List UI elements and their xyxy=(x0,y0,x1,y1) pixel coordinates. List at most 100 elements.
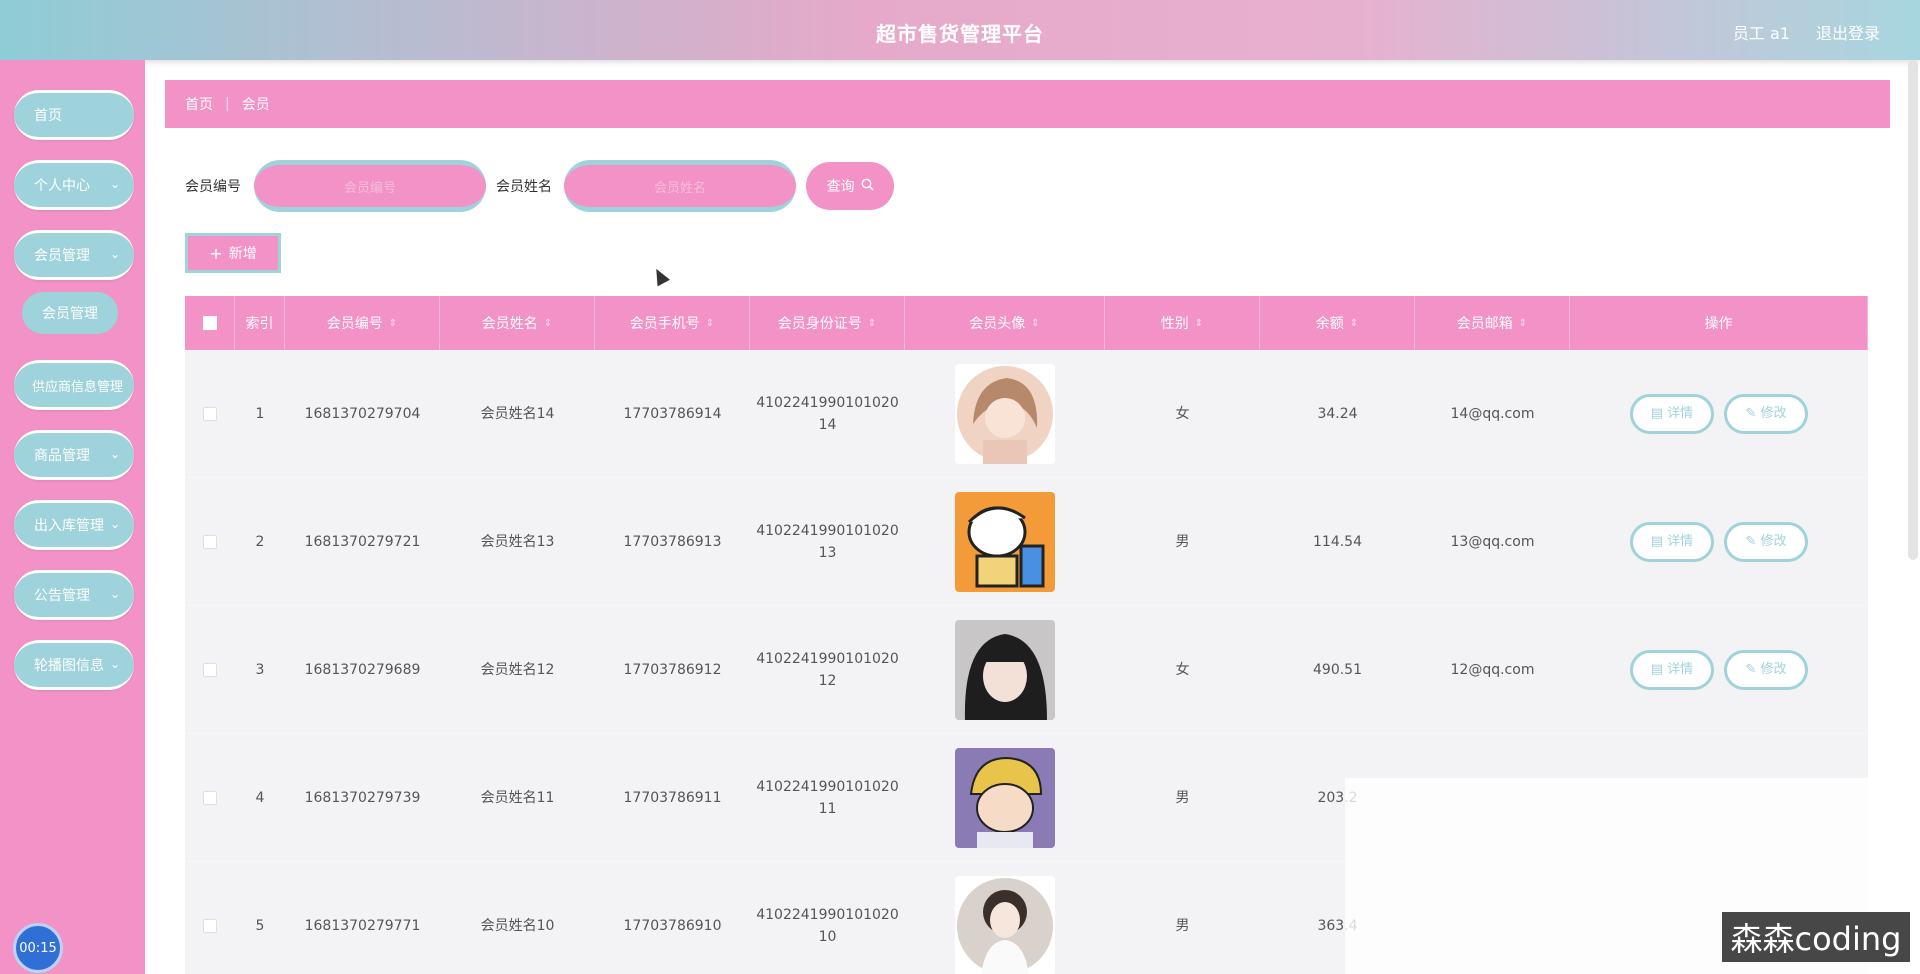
cell-member-phone: 17703786910 xyxy=(623,917,722,934)
header-label: 会员手机号 xyxy=(629,316,700,332)
sidebar-item-stock[interactable]: 出入库管理 ⌄ xyxy=(14,500,134,550)
sidebar-subitem-member-management[interactable]: 会员管理 xyxy=(22,292,118,334)
row-checkbox[interactable] xyxy=(203,406,217,421)
header-label: 会员姓名 xyxy=(481,316,538,332)
cell-email: 14@qq.com xyxy=(1450,405,1535,422)
header-actions: 操作 xyxy=(1570,296,1868,350)
member-name-input[interactable]: 会员姓名 xyxy=(564,160,796,212)
vertical-scrollbar[interactable] xyxy=(1908,60,1918,560)
sort-icon[interactable]: ⇕ xyxy=(1350,318,1358,329)
sidebar-item-label: 商品管理 xyxy=(34,448,90,464)
sort-icon[interactable]: ⇕ xyxy=(1031,318,1039,329)
watermark: 森森coding xyxy=(1722,912,1910,962)
sidebar-item-notice[interactable]: 公告管理 ⌄ xyxy=(14,570,134,620)
detail-button[interactable]: ▤ 详情 xyxy=(1630,649,1714,690)
sort-icon[interactable]: ⇕ xyxy=(389,318,397,329)
cell-index: 2 xyxy=(255,533,265,550)
edit-icon: ✎ xyxy=(1745,661,1757,677)
table-row: 2 1681370279721 会员姓名13 17703786913 41022… xyxy=(185,478,1868,606)
sidebar-item-supplier[interactable]: 供应商信息管理 xyxy=(14,360,134,410)
cell-member-id: 410224199010102010 xyxy=(756,906,899,945)
detail-button[interactable]: ▤ 详情 xyxy=(1630,521,1714,562)
cell-gender: 女 xyxy=(1175,661,1190,678)
sidebar-item-carousel[interactable]: 轮播图信息 ⌄ xyxy=(14,640,134,690)
sidebar-item-label: 轮播图信息 xyxy=(34,658,104,674)
sort-icon[interactable]: ⇕ xyxy=(1195,318,1203,329)
header-balance[interactable]: 余额 ⇕ xyxy=(1260,296,1415,350)
header-member-phone[interactable]: 会员手机号 ⇕ xyxy=(595,296,750,350)
sidebar-item-home[interactable]: 首页 xyxy=(14,90,134,140)
header-member-name[interactable]: 会员姓名 ⇕ xyxy=(440,296,595,350)
row-checkbox[interactable] xyxy=(203,918,217,933)
sort-icon[interactable]: ⇕ xyxy=(868,318,876,329)
edit-button[interactable]: ✎ 修改 xyxy=(1724,521,1808,562)
sidebar-item-label: 公告管理 xyxy=(34,588,90,604)
mouse-cursor-icon xyxy=(650,265,670,287)
current-user: 员工 a1 xyxy=(1732,24,1790,43)
sort-icon[interactable]: ⇕ xyxy=(544,318,552,329)
header-select-all[interactable] xyxy=(185,296,235,350)
cell-index: 5 xyxy=(255,917,265,934)
member-avatar[interactable] xyxy=(955,363,1055,464)
member-avatar[interactable] xyxy=(955,875,1055,974)
cell-email: 12@qq.com xyxy=(1450,661,1535,678)
sort-icon[interactable]: ⇕ xyxy=(1519,318,1527,329)
top-header: 超市售货管理平台 员工 a1 退出登录 xyxy=(0,0,1920,60)
row-checkbox[interactable] xyxy=(203,790,217,805)
cell-member-id: 410224199010102014 xyxy=(756,394,899,433)
edit-button[interactable]: ✎ 修改 xyxy=(1724,649,1808,690)
member-avatar[interactable] xyxy=(955,491,1055,592)
cell-balance: 490.51 xyxy=(1313,661,1362,678)
cell-member-no: 1681370279721 xyxy=(304,533,421,550)
member-no-input[interactable]: 会员编号 xyxy=(254,160,486,212)
app-title: 超市售货管理平台 xyxy=(876,22,1044,46)
cell-member-name: 会员姓名14 xyxy=(480,405,555,422)
sidebar-item-personal-center[interactable]: 个人中心 ⌄ xyxy=(14,160,134,210)
chevron-down-icon: ⌄ xyxy=(109,247,120,261)
table-header: 索引 会员编号 ⇕ 会员姓名 ⇕ 会员手机号 ⇕ 会员身份证号 ⇕ 会员头像 ⇕ 性别 ⇕ … xyxy=(185,296,1868,350)
member-avatar[interactable] xyxy=(955,619,1055,720)
cell-member-phone: 17703786911 xyxy=(623,789,722,806)
header-member-avatar[interactable]: 会员头像 ⇕ xyxy=(905,296,1105,350)
header-label: 会员身份证号 xyxy=(777,316,862,332)
sidebar-item-label: 供应商信息管理 xyxy=(32,379,124,395)
header-email[interactable]: 会员邮箱 ⇕ xyxy=(1415,296,1570,350)
sidebar-item-goods[interactable]: 商品管理 ⌄ xyxy=(14,430,134,480)
edit-icon: ✎ xyxy=(1745,533,1757,549)
logout-link[interactable]: 退出登录 xyxy=(1816,20,1880,44)
header-gender[interactable]: 性别 ⇕ xyxy=(1105,296,1260,350)
sort-icon[interactable]: ⇕ xyxy=(706,318,714,329)
chevron-down-icon: ⌄ xyxy=(109,447,120,461)
cell-member-no: 1681370279704 xyxy=(304,405,421,422)
query-button[interactable]: 查询 xyxy=(806,162,894,210)
plus-icon: + xyxy=(209,243,223,263)
edit-button[interactable]: ✎ 修改 xyxy=(1724,393,1808,434)
member-name-label: 会员姓名 xyxy=(496,179,552,195)
cell-member-id: 410224199010102012 xyxy=(756,650,899,689)
table-row: 3 1681370279689 会员姓名12 17703786912 41022… xyxy=(185,606,1868,734)
search-icon xyxy=(861,178,874,195)
document-icon: ▤ xyxy=(1650,533,1664,549)
cell-balance: 114.54 xyxy=(1313,533,1362,550)
cell-member-phone: 17703786913 xyxy=(623,533,722,550)
select-all-checkbox[interactable] xyxy=(202,316,217,330)
header-member-id[interactable]: 会员身份证号 ⇕ xyxy=(750,296,905,350)
edit-label: 修改 xyxy=(1760,405,1787,421)
cell-member-phone: 17703786912 xyxy=(623,661,722,678)
row-checkbox[interactable] xyxy=(203,662,217,677)
detail-button[interactable]: ▤ 详情 xyxy=(1630,393,1714,434)
chevron-down-icon: ⌄ xyxy=(109,657,120,671)
sidebar-item-label: 会员管理 xyxy=(34,248,90,264)
header-label: 会员头像 xyxy=(969,316,1026,332)
breadcrumb: 首页 | 会员 xyxy=(165,80,1890,128)
row-checkbox[interactable] xyxy=(203,534,217,549)
cell-gender: 男 xyxy=(1175,917,1190,934)
sidebar-item-member-management[interactable]: 会员管理 ⌄ xyxy=(14,230,134,280)
breadcrumb-current: 会员 xyxy=(241,97,270,113)
header-member-no[interactable]: 会员编号 ⇕ xyxy=(285,296,440,350)
add-button[interactable]: + 新增 xyxy=(185,233,281,273)
member-avatar[interactable] xyxy=(955,747,1055,848)
chevron-down-icon: ⌄ xyxy=(109,587,120,601)
cell-gender: 男 xyxy=(1175,789,1190,806)
breadcrumb-home[interactable]: 首页 xyxy=(185,94,213,114)
